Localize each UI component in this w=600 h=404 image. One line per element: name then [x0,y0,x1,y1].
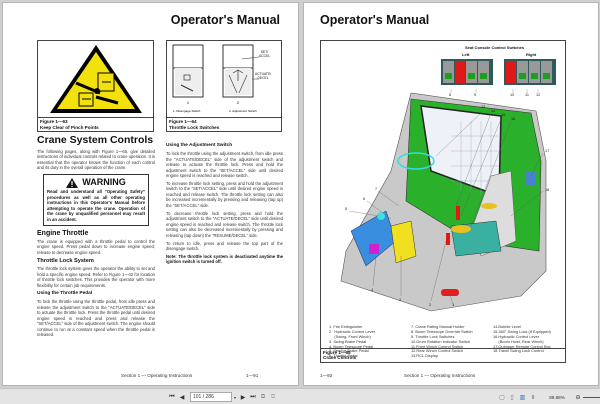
copy-icon[interactable]: ⧉ [259,392,267,402]
two-page-view-icon[interactable]: ▥ [518,392,527,402]
next-page-button[interactable]: ▶ [239,392,247,402]
set-accel-label: SET/ ACCEL [259,50,270,58]
heading: Using the Adjustment Switch [166,143,233,148]
left-page: Operator's Manual Figure 1—63 Keep Clear… [2,2,299,386]
figure-throttle-lock-switches: 1 2 1. Disengage Switch 2. Adjustment Sw… [166,40,282,132]
figure-caption: Figure 1—64 Throttle Lock Switches [167,117,281,131]
heading: Throttle Lock System [37,258,94,265]
figure-crane-controls: Seat Console Control Switches Left Right [320,40,566,363]
pinch-point-warning-icon [50,45,142,113]
figure-caption: Figure 1—63 Keep Clear of Pinch Points [38,117,153,131]
heading: Using the Throttle Pedal [37,291,93,297]
continuous-view-icon[interactable]: ▯ [508,392,516,402]
svg-text:2. Adjustment Switch: 2. Adjustment Switch [229,109,257,113]
paste-icon[interactable]: ⧉ [269,392,277,402]
last-page-button[interactable]: ⏭ [249,392,257,402]
actuate-decel-label: ACTUATE/ DECEL [255,72,272,80]
single-page-view-icon[interactable]: ▢ [498,392,506,402]
heading: Engine Throttle [37,229,89,237]
warning-box: WARNING Read and understand all “Operati… [43,174,149,226]
page-title: Operator's Manual [170,13,280,27]
figure-pinch-points: Figure 1—63 Keep Clear of Pinch Points [37,40,154,132]
previous-page-button[interactable]: ◀ [178,392,186,402]
first-page-button[interactable]: ⏮ [168,392,176,402]
footer-section: Section 1 — Operating Instructions [404,373,476,378]
fire-extinguisher [441,289,459,296]
zoom-out-button[interactable]: ⊖ [574,392,582,402]
left-column-text: Crane System Controls The following page… [37,134,156,338]
footer-page-number: 1—92 [320,373,333,378]
callout: 2 [237,100,240,105]
callout: 1 [187,100,190,105]
heading: Crane System Controls [37,134,154,146]
zoom-level[interactable]: 89.68% [544,392,570,402]
right-column-text: Using the Adjustment Switch To lock the … [166,143,283,265]
figure-caption: Figure 1—65 Crane Controls [321,348,565,362]
note: Note: The throttle lock system is deacti… [166,253,283,265]
page-title: Operator's Manual [320,13,430,27]
viewer-toolbar: ⏮ ◀ 101 / 286 ▾ ▶ ⏭ ⧉ ⧉ ▢ ▯ ▥ ⇟ 89.68% ⊖ [0,388,600,404]
scroll-view-icon[interactable]: ⇟ [529,392,537,402]
right-page: Operator's Manual Seat Console Control S… [303,2,599,386]
page-number-input[interactable]: 101 / 286 [190,392,232,402]
warning-triangle-icon [66,178,79,189]
svg-text:1. Disengage Switch: 1. Disengage Switch [173,109,201,113]
zoom-slider[interactable] [583,397,600,398]
crane-cab-illustration [340,59,556,312]
page-dropdown-icon[interactable]: ▾ [232,392,238,402]
right-switch-panel [504,59,556,85]
footer-page-number: 1—91 [246,373,259,378]
footer-section: Section 1 — Operating Instructions [121,373,193,378]
left-switch-panel [441,59,493,85]
